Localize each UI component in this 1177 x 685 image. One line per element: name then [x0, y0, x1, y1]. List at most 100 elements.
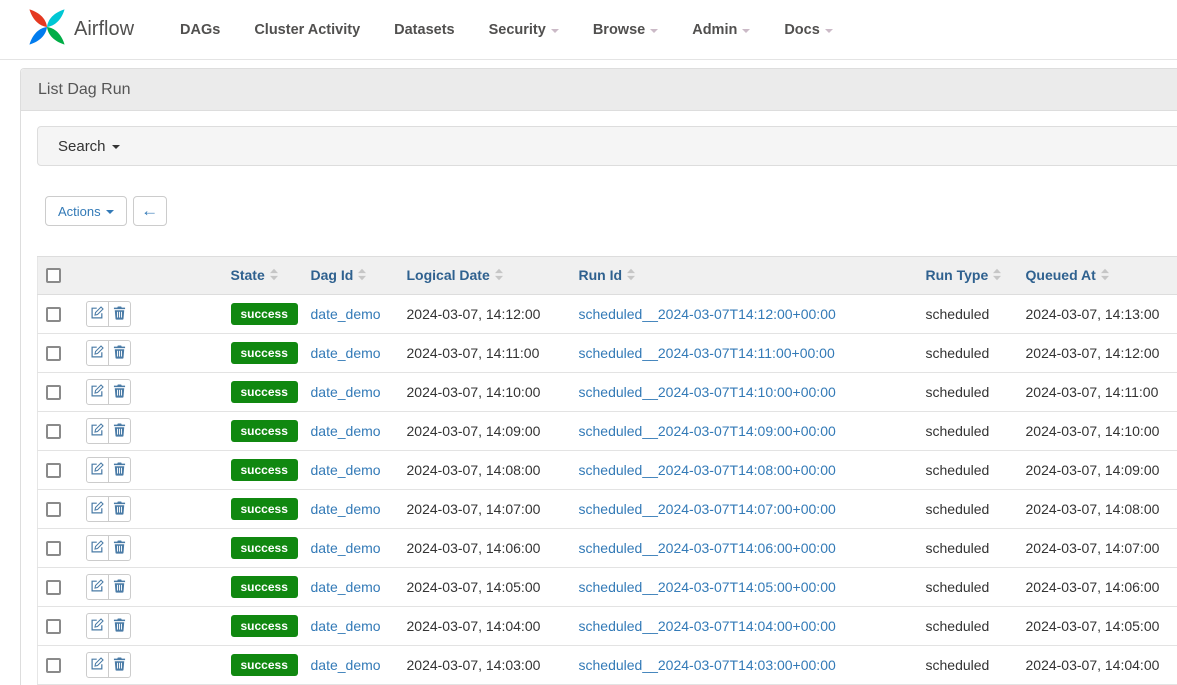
delete-button[interactable] — [108, 340, 131, 366]
chevron-down-icon — [112, 145, 120, 149]
run-id-link[interactable]: scheduled__2024-03-07T14:11:00+00:00 — [579, 345, 835, 361]
sort-icon[interactable] — [495, 268, 503, 284]
row-select-cell — [38, 373, 78, 412]
select-all-checkbox[interactable] — [46, 268, 61, 283]
dag-id-link[interactable]: date_demo — [311, 423, 381, 439]
row-checkbox[interactable] — [46, 424, 61, 439]
nav-item-browse[interactable]: Browse — [593, 22, 658, 38]
list-dag-run-panel: List Dag Run Search Actions ← — [20, 68, 1177, 685]
dag-id-link[interactable]: date_demo — [311, 501, 381, 517]
dag-id-link[interactable]: date_demo — [311, 384, 381, 400]
delete-button[interactable] — [108, 379, 131, 405]
chevron-down-icon — [551, 29, 559, 33]
nav-item-admin[interactable]: Admin — [692, 22, 750, 38]
col-header-state[interactable]: State — [223, 257, 303, 295]
row-checkbox[interactable] — [46, 619, 61, 634]
row-logical-date-cell: 2024-03-07, 14:06:00 — [399, 529, 571, 568]
row-queued-at-cell: 2024-03-07, 14:12:00 — [1018, 334, 1177, 373]
dag-id-link[interactable]: date_demo — [311, 540, 381, 556]
col-header-logical-date[interactable]: Logical Date — [399, 257, 571, 295]
row-state-cell: success — [223, 529, 303, 568]
edit-button[interactable] — [86, 457, 109, 483]
edit-button[interactable] — [86, 418, 109, 444]
run-id-link[interactable]: scheduled__2024-03-07T14:08:00+00:00 — [579, 462, 836, 478]
edit-button[interactable] — [86, 574, 109, 600]
col-header-run-type[interactable]: Run Type — [918, 257, 1018, 295]
dag-id-link[interactable]: date_demo — [311, 657, 381, 673]
delete-button[interactable] — [108, 457, 131, 483]
delete-button[interactable] — [108, 535, 131, 561]
sort-icon[interactable] — [627, 268, 635, 284]
run-id-link[interactable]: scheduled__2024-03-07T14:05:00+00:00 — [579, 579, 836, 595]
dag-id-link[interactable]: date_demo — [311, 306, 381, 322]
run-id-link[interactable]: scheduled__2024-03-07T14:03:00+00:00 — [579, 657, 836, 673]
run-id-link[interactable]: scheduled__2024-03-07T14:09:00+00:00 — [579, 423, 836, 439]
run-id-link[interactable]: scheduled__2024-03-07T14:10:00+00:00 — [579, 384, 836, 400]
logical-date-value: 2024-03-07, 14:07:00 — [407, 501, 541, 517]
delete-button[interactable] — [108, 418, 131, 444]
run-id-link[interactable]: scheduled__2024-03-07T14:06:00+00:00 — [579, 540, 836, 556]
row-checkbox[interactable] — [46, 307, 61, 322]
queued-at-value: 2024-03-07, 14:06:00 — [1026, 579, 1160, 595]
sort-icon[interactable] — [358, 268, 366, 284]
nav-item-security[interactable]: Security — [489, 22, 559, 38]
edit-button[interactable] — [86, 301, 109, 327]
row-queued-at-cell: 2024-03-07, 14:07:00 — [1018, 529, 1177, 568]
back-arrow-icon: ← — [141, 201, 158, 221]
row-run-id-cell: scheduled__2024-03-07T14:08:00+00:00 — [571, 451, 918, 490]
delete-button[interactable] — [108, 301, 131, 327]
row-run-type-cell: scheduled — [918, 451, 1018, 490]
edit-button[interactable] — [86, 535, 109, 561]
dag-run-table: State Dag Id Logical Date Run Id Run Typ… — [37, 256, 1177, 685]
toolbar: Actions ← — [45, 196, 1177, 226]
col-header-run-id[interactable]: Run Id — [571, 257, 918, 295]
edit-button[interactable] — [86, 379, 109, 405]
dag-id-link[interactable]: date_demo — [311, 618, 381, 634]
sort-icon[interactable] — [1101, 268, 1109, 284]
delete-button[interactable] — [108, 613, 131, 639]
edit-button[interactable] — [86, 652, 109, 678]
row-checkbox[interactable] — [46, 502, 61, 517]
edit-icon — [90, 423, 104, 440]
run-type-value: scheduled — [926, 306, 990, 322]
dag-id-link[interactable]: date_demo — [311, 579, 381, 595]
back-button[interactable]: ← — [133, 196, 167, 226]
sort-icon[interactable] — [270, 268, 278, 284]
row-checkbox[interactable] — [46, 385, 61, 400]
actions-column-header — [78, 257, 223, 295]
edit-button[interactable] — [86, 340, 109, 366]
row-select-cell — [38, 607, 78, 646]
nav-item-dags[interactable]: DAGs — [180, 22, 220, 38]
edit-button[interactable] — [86, 613, 109, 639]
row-checkbox[interactable] — [46, 580, 61, 595]
search-toggle[interactable]: Search — [37, 126, 1177, 166]
run-id-link[interactable]: scheduled__2024-03-07T14:12:00+00:00 — [579, 306, 836, 322]
sort-icon[interactable] — [993, 268, 1001, 284]
nav-item-cluster-activity[interactable]: Cluster Activity — [254, 22, 360, 38]
airflow-brand[interactable]: Airflow — [28, 8, 134, 51]
col-header-queued-at[interactable]: Queued At — [1018, 257, 1177, 295]
nav-item-docs[interactable]: Docs — [784, 22, 832, 38]
queued-at-value: 2024-03-07, 14:11:00 — [1026, 384, 1159, 400]
row-run-type-cell: scheduled — [918, 295, 1018, 334]
delete-button[interactable] — [108, 652, 131, 678]
run-id-link[interactable]: scheduled__2024-03-07T14:04:00+00:00 — [579, 618, 836, 634]
dag-id-link[interactable]: date_demo — [311, 462, 381, 478]
delete-button[interactable] — [108, 496, 131, 522]
row-checkbox[interactable] — [46, 541, 61, 556]
row-run-id-cell: scheduled__2024-03-07T14:10:00+00:00 — [571, 373, 918, 412]
edit-button[interactable] — [86, 496, 109, 522]
run-type-value: scheduled — [926, 384, 990, 400]
nav-item-datasets[interactable]: Datasets — [394, 22, 454, 38]
actions-button[interactable]: Actions — [45, 196, 127, 226]
row-checkbox[interactable] — [46, 463, 61, 478]
col-header-dag-id[interactable]: Dag Id — [303, 257, 399, 295]
run-id-link[interactable]: scheduled__2024-03-07T14:07:00+00:00 — [579, 501, 836, 517]
row-checkbox[interactable] — [46, 346, 61, 361]
dag-id-link[interactable]: date_demo — [311, 345, 381, 361]
status-badge: success — [231, 342, 298, 364]
row-state-cell: success — [223, 490, 303, 529]
row-checkbox[interactable] — [46, 658, 61, 673]
delete-button[interactable] — [108, 574, 131, 600]
run-type-value: scheduled — [926, 423, 990, 439]
